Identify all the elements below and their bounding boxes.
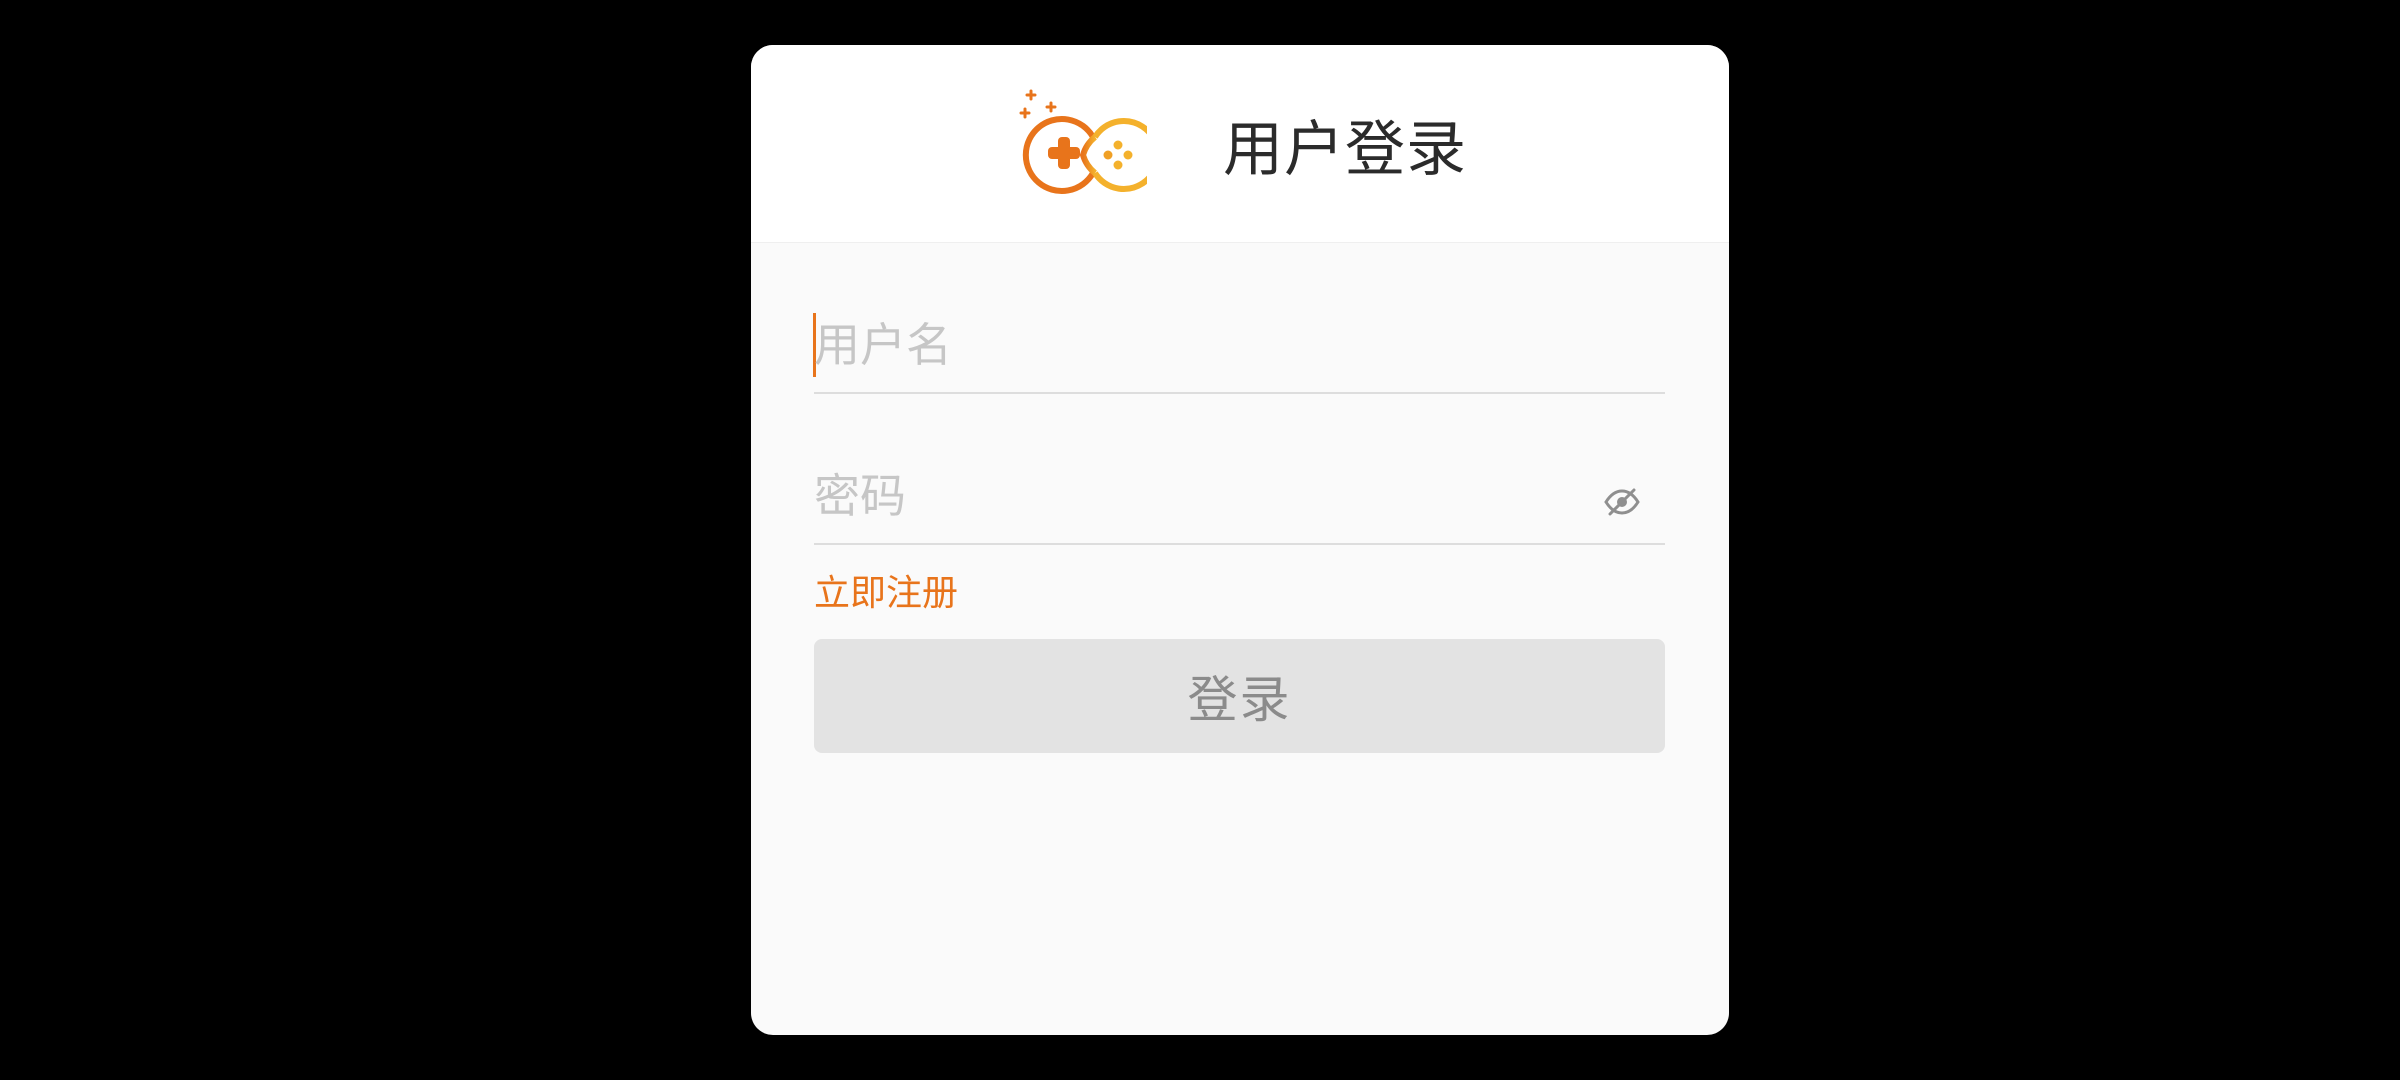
game-controller-logo-icon <box>1019 89 1147 194</box>
register-link[interactable]: 立即注册 <box>814 571 958 617</box>
password-visibility-toggle[interactable] <box>1600 480 1644 524</box>
password-underline <box>814 543 1665 545</box>
username-input[interactable]: 用户名 <box>814 315 1665 387</box>
username-underline <box>814 392 1665 394</box>
login-dialog: 用户登录 用户名 密码 立即注册 登录 <box>751 45 1729 1035</box>
password-input[interactable]: 密码 <box>814 466 1574 538</box>
dialog-title: 用户登录 <box>1223 115 1467 185</box>
login-button[interactable]: 登录 <box>814 639 1665 753</box>
dialog-header: 用户登录 <box>751 45 1729 243</box>
eye-off-icon <box>1604 488 1640 516</box>
